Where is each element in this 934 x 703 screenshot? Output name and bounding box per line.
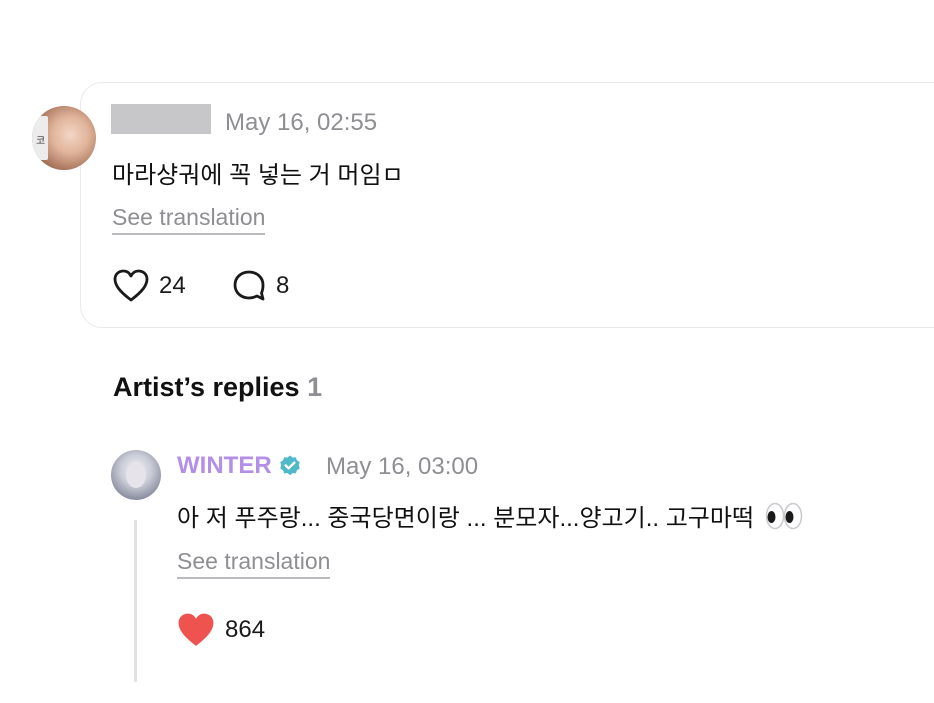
artist-replies-title: Artist’s replies — [113, 372, 300, 402]
like-count: 24 — [159, 272, 186, 299]
reply-button[interactable]: 8 — [232, 269, 289, 303]
speech-bubble-icon — [233, 270, 265, 301]
heart-outline-icon — [113, 269, 149, 302]
eyes-icon — [765, 502, 802, 530]
heart-filled-icon — [178, 613, 214, 646]
avatar-side-sign: 코 — [32, 116, 48, 160]
eyes-emoji — [765, 501, 803, 538]
like-button[interactable]: 24 — [113, 269, 186, 303]
reply-count: 8 — [276, 272, 290, 299]
artist-avatar[interactable] — [111, 450, 161, 500]
artist-like-button[interactable]: 864 — [177, 612, 265, 648]
artist-replies-heading: Artist’s replies 1 — [113, 372, 322, 403]
artist-see-translation-link[interactable]: See translation — [177, 548, 331, 580]
artist-name[interactable]: WINTER — [177, 452, 302, 480]
comment-text: 마라샹궈에 꼭 넣는 거 머임ㅁ — [112, 162, 404, 189]
see-translation-link[interactable]: See translation — [112, 204, 266, 236]
artist-reply-timestamp: May 16, 03:00 — [326, 453, 479, 480]
artist-name-label: WINTER — [177, 452, 272, 479]
verified-badge-icon — [279, 455, 300, 476]
commenter-avatar[interactable]: 코 — [32, 106, 96, 170]
artist-like-count: 864 — [225, 616, 266, 643]
thread-line — [134, 520, 137, 682]
redacted-author-name — [111, 104, 211, 134]
comment-timestamp: May 16, 02:55 — [225, 109, 378, 136]
artist-reply-text-row: 아 저 푸주랑... 중국당면이랑 ... 분모자...양고기.. 고구마떡 — [177, 498, 803, 538]
artist-reply-text: 아 저 푸주랑... 중국당면이랑 ... 분모자...양고기.. 고구마떡 — [177, 505, 755, 532]
artist-replies-count: 1 — [307, 372, 323, 402]
artist-avatar-face — [126, 462, 146, 488]
